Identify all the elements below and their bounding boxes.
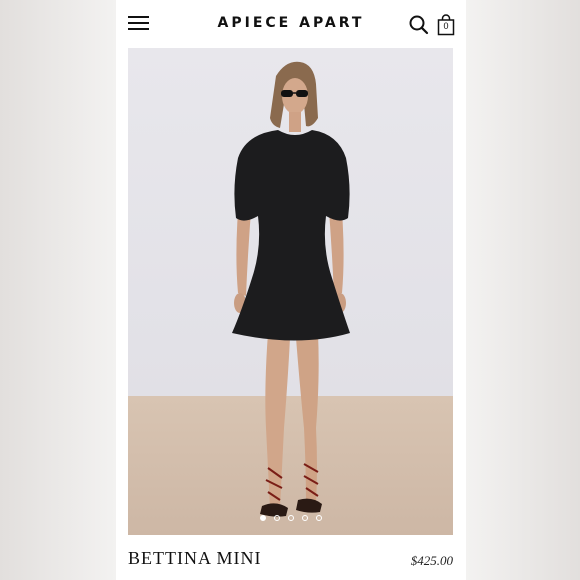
search-icon[interactable] — [408, 14, 430, 36]
carousel-dot[interactable] — [302, 515, 308, 521]
product-price: $425.00 — [410, 553, 453, 568]
carousel-indicators — [116, 515, 466, 525]
carousel-dot[interactable] — [260, 515, 266, 521]
product-image[interactable] — [128, 48, 453, 535]
page-backdrop-right — [466, 0, 580, 580]
hamburger-menu-icon[interactable] — [128, 14, 150, 32]
brand-logo[interactable]: APIECE APART — [211, 15, 371, 31]
page-backdrop-left — [0, 0, 116, 580]
shopping-bag-button[interactable]: 0 — [436, 13, 456, 37]
bag-count-badge: 0 — [443, 21, 449, 31]
mobile-screen: APIECE APART 0 BETTINA MINI $425.00 — [116, 0, 466, 580]
site-header: APIECE APART 0 — [116, 0, 466, 48]
model-figure — [232, 61, 350, 517]
carousel-dot[interactable] — [316, 515, 322, 521]
carousel-dot[interactable] — [274, 515, 280, 521]
carousel-dot[interactable] — [288, 515, 294, 521]
product-title: BETTINA MINI — [128, 548, 262, 568]
